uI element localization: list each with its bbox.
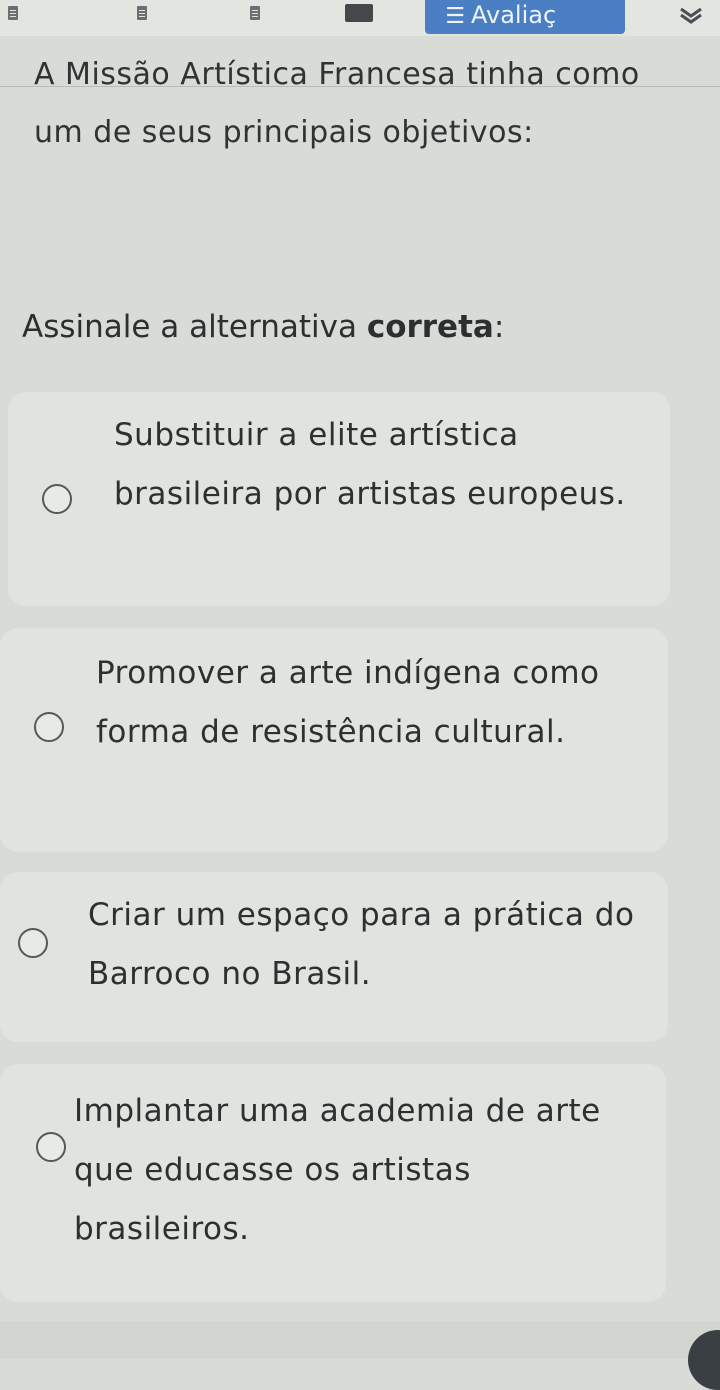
radio-button[interactable] [42,484,72,514]
video-icon[interactable] [345,4,373,22]
document-icon[interactable] [250,6,260,20]
chevron-down-icon[interactable] [678,6,704,24]
option-label: Promover a arte indígena como forma de r… [96,655,600,750]
answer-option-1[interactable]: Substituir a elite artística brasileira … [8,392,670,606]
list-icon: ☰ [445,4,465,29]
tab-label: Avaliaç [471,1,557,29]
answer-option-2[interactable]: Promover a arte indígena como forma de r… [0,628,668,852]
answer-option-4[interactable]: Implantar uma academia de arte que educa… [0,1064,666,1302]
tab-avaliacao[interactable]: ☰ Avaliaç [425,0,625,34]
option-label: Substituir a elite artística brasileira … [114,417,626,512]
instruction-emphasis: correta [366,309,494,345]
top-nav-bar: ☰ Avaliaç [0,0,720,36]
instruction-prefix: Assinale a alternativa [22,309,367,345]
document-icon[interactable] [137,6,147,20]
instruction-text: Assinale a alternativa correta: [22,302,682,352]
next-card-edge [0,1322,720,1358]
radio-button[interactable] [34,712,64,742]
question-text: A Missão Artística Francesa tinha como u… [34,57,640,150]
radio-button[interactable] [18,928,48,958]
answer-option-3[interactable]: Criar um espaço para a prática do Barroc… [0,872,668,1042]
radio-button[interactable] [36,1132,66,1162]
document-icon[interactable] [8,6,18,20]
instruction-suffix: : [493,309,505,345]
option-label: Criar um espaço para a prática do Barroc… [88,897,635,992]
option-label: Implantar uma academia de arte que educa… [74,1093,601,1247]
